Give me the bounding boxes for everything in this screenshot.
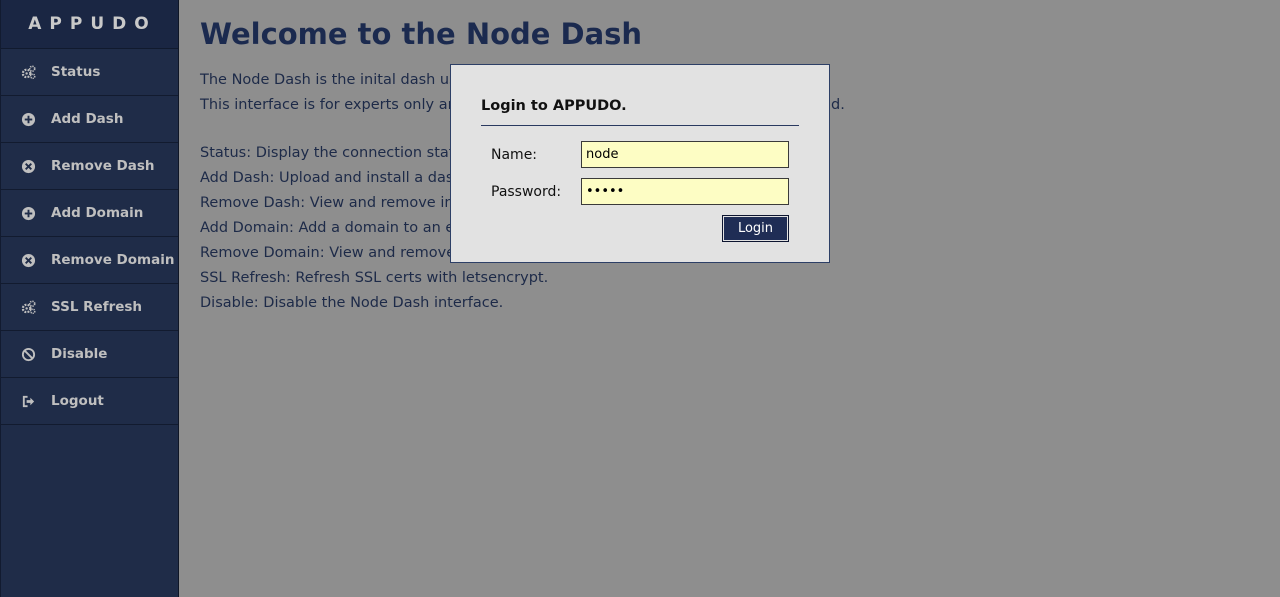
intro-line: This interface is for experts only and (200, 97, 466, 113)
sidebar-item-logout[interactable]: Logout (1, 378, 178, 425)
login-dialog-title: Login to APPUDO. (481, 98, 627, 114)
intro-text: The Node Dash is the inital dash use Thi… (200, 68, 466, 118)
gears-icon (20, 64, 36, 80)
sidebar-item-disable[interactable]: Disable (1, 331, 178, 378)
sidebar-item-label: Logout (51, 393, 104, 409)
sidebar-item-label: Add Domain (51, 205, 144, 221)
page-title: Welcome to the Node Dash (200, 17, 643, 51)
sidebar-item-label: Remove Dash (51, 158, 155, 174)
sidebar: APPUDO Status Add Dash Remove Dash Add D… (0, 0, 179, 597)
sidebar-item-label: Status (51, 64, 101, 80)
intro-tail-text: d. (831, 97, 845, 113)
gears-icon (20, 299, 36, 315)
feature-item: SSL Refresh: Refresh SSL certs with lets… (200, 270, 549, 286)
login-dialog: Login to APPUDO. Name: Password: Login (450, 64, 830, 263)
sidebar-item-label: Disable (51, 346, 108, 362)
password-label: Password: (491, 184, 562, 200)
sidebar-item-add-domain[interactable]: Add Domain (1, 190, 178, 237)
sidebar-item-add-dash[interactable]: Add Dash (1, 96, 178, 143)
x-circle-icon (20, 158, 36, 174)
sidebar-item-ssl-refresh[interactable]: SSL Refresh (1, 284, 178, 331)
sidebar-item-status[interactable]: Status (1, 49, 178, 96)
sidebar-item-label: SSL Refresh (51, 299, 143, 315)
intro-line: The Node Dash is the inital dash use (200, 72, 466, 88)
sign-out-icon (20, 393, 36, 409)
login-button[interactable]: Login (722, 215, 789, 242)
ban-icon (20, 346, 36, 362)
name-input[interactable] (581, 141, 789, 168)
sidebar-item-remove-dash[interactable]: Remove Dash (1, 143, 178, 190)
plus-circle-icon (20, 205, 36, 221)
plus-circle-icon (20, 111, 36, 127)
feature-item: Disable: Disable the Node Dash interface… (200, 295, 504, 311)
brand-logo: APPUDO (1, 0, 178, 49)
divider (481, 125, 799, 126)
name-label: Name: (491, 147, 538, 163)
password-input[interactable] (581, 178, 789, 205)
sidebar-item-label: Add Dash (51, 111, 124, 127)
x-circle-icon (20, 252, 36, 268)
sidebar-item-remove-domain[interactable]: Remove Domain (1, 237, 178, 284)
sidebar-item-label: Remove Domain (51, 252, 175, 268)
